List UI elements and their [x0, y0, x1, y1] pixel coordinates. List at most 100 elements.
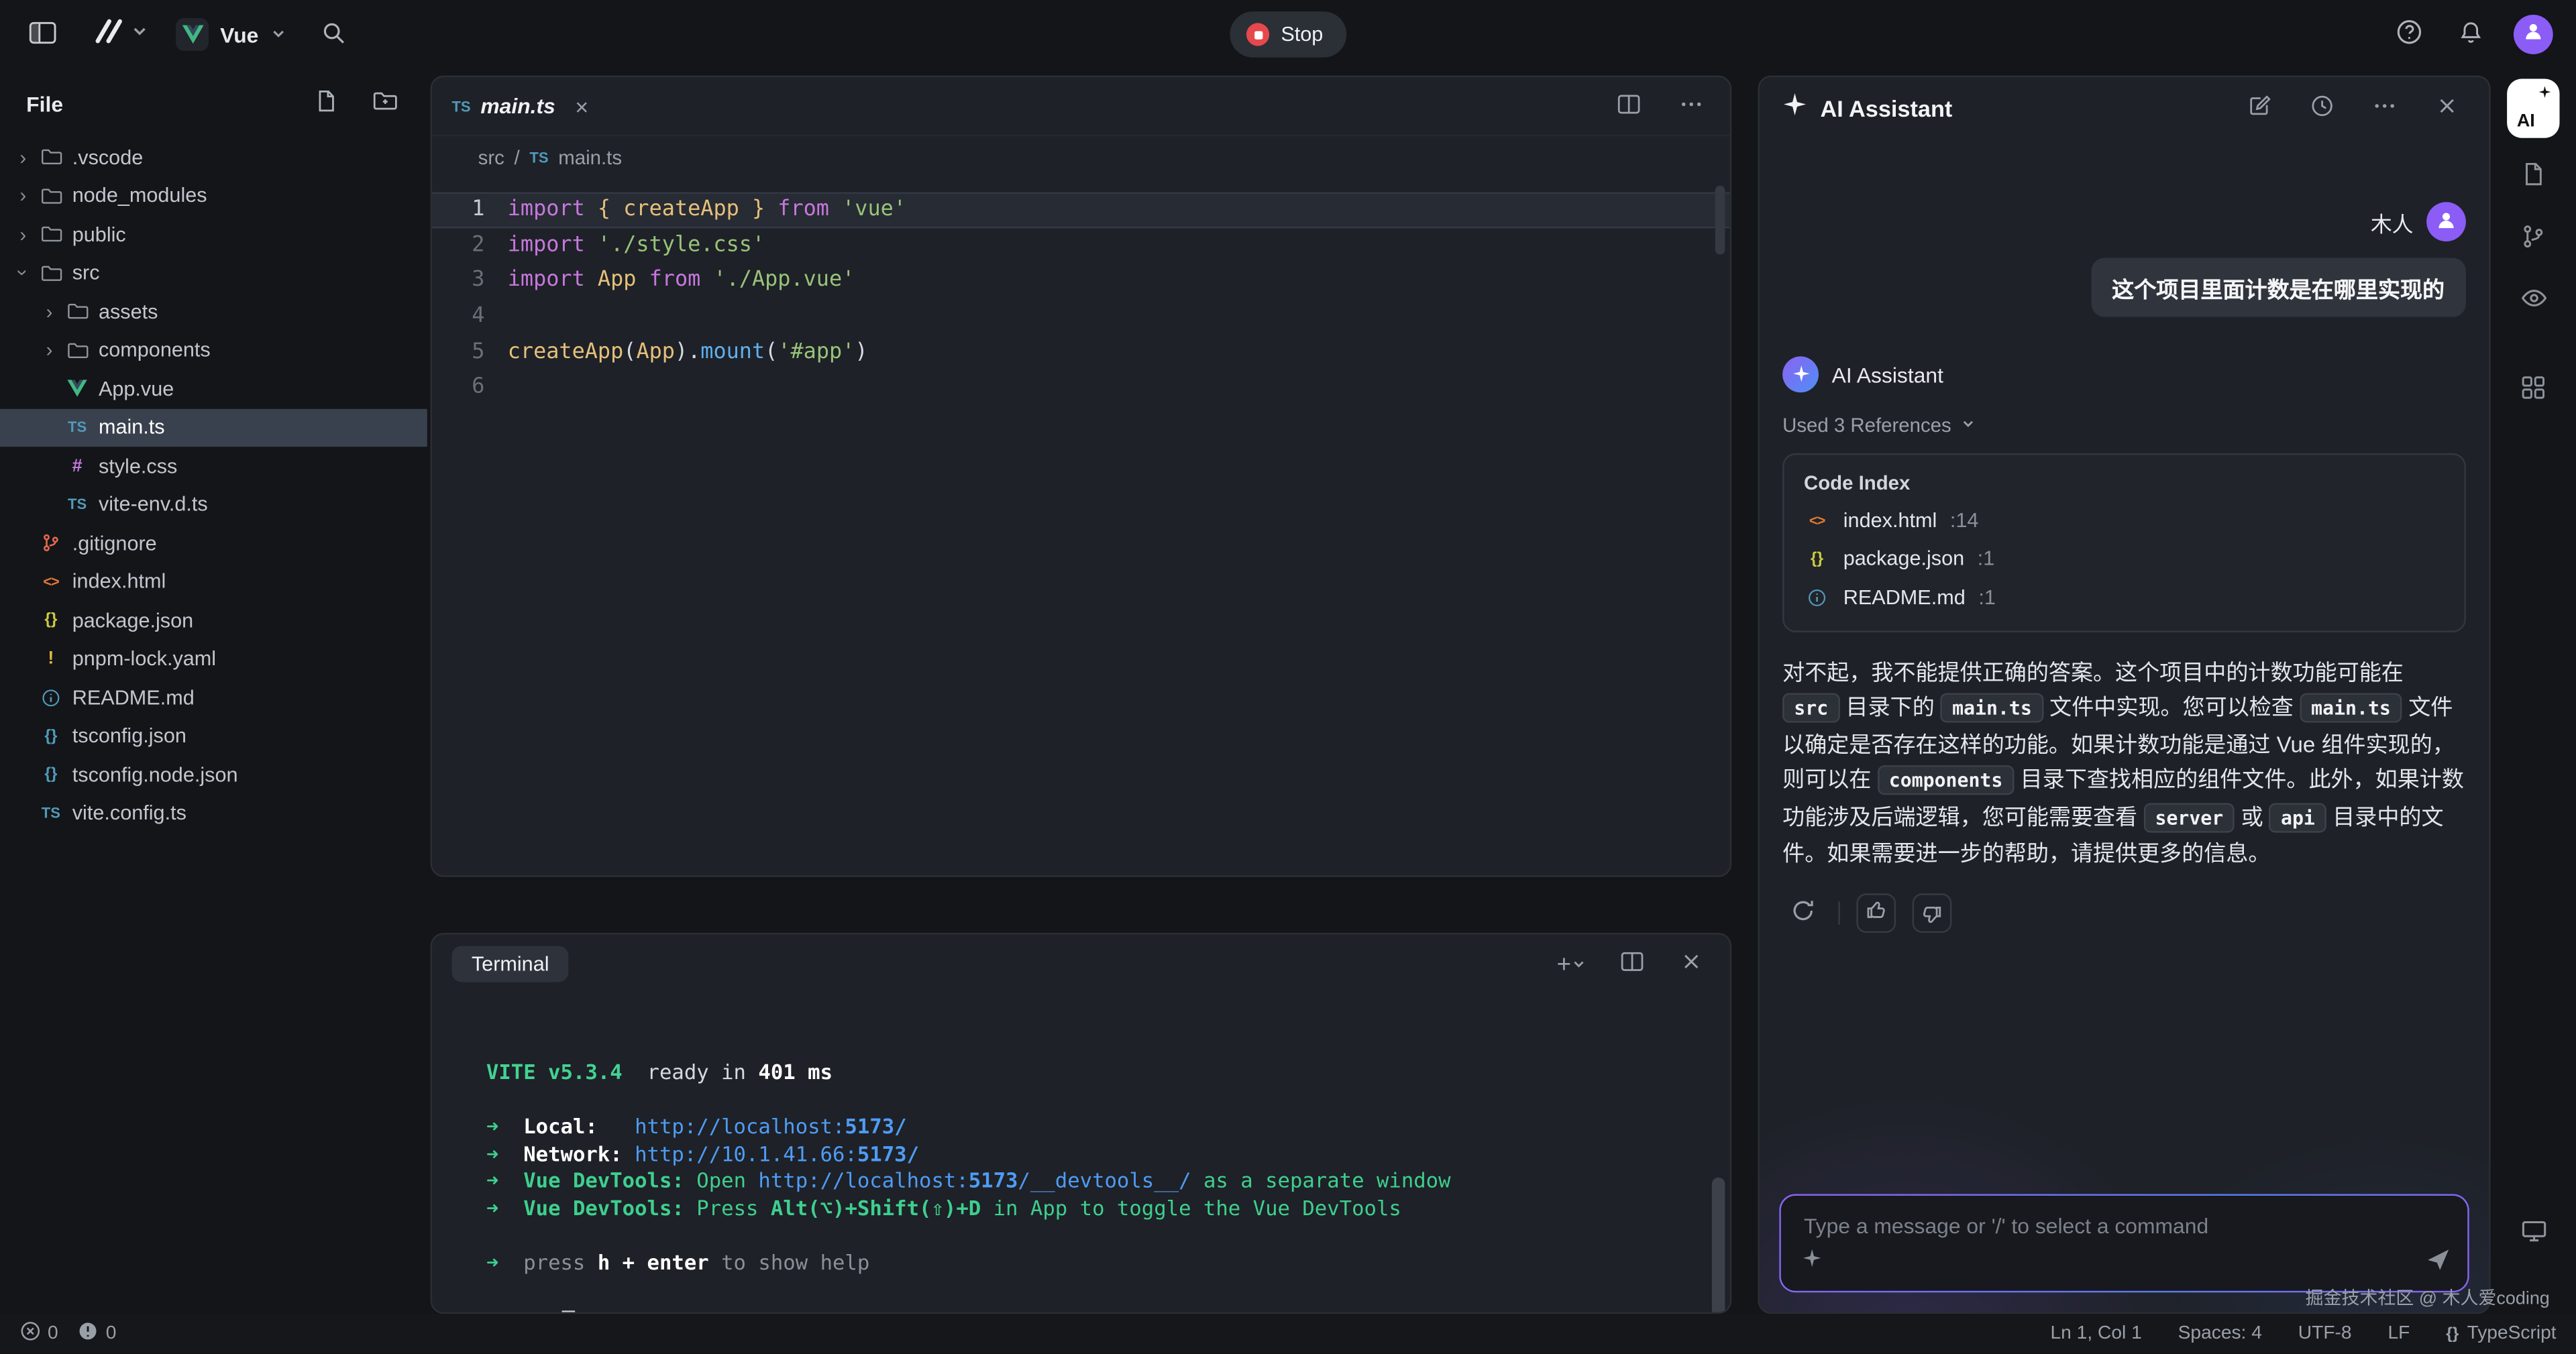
tab-main-ts[interactable]: TS main.ts ×	[451, 93, 588, 119]
config-icon: {}	[36, 727, 66, 745]
tree-item-label: pnpm-lock.yaml	[72, 648, 216, 671]
chat-input[interactable]: Type a message or '/' to select a comman…	[1779, 1194, 2469, 1292]
split-editor-button[interactable]	[1609, 87, 1648, 126]
tree-item-tsconfig.node.json[interactable]: {}tsconfig.node.json	[0, 756, 427, 795]
breadcrumb-folder[interactable]: src	[478, 146, 504, 169]
tree-item-vite-env.d.ts[interactable]: TSvite-env.d.ts	[0, 486, 427, 524]
terminal-prompt	[464, 1281, 1730, 1308]
split-terminal-button[interactable]	[1611, 944, 1651, 984]
terminal-scrollbar[interactable]	[1712, 1178, 1725, 1312]
toolbar-preview-button[interactable]	[2507, 276, 2559, 325]
toolbar-git-button[interactable]	[2507, 213, 2559, 262]
notifications-button[interactable]	[2451, 15, 2491, 54]
tree-item-src[interactable]: ›src	[0, 253, 427, 292]
terminal-line: ➜ press h + enter to show help	[486, 1250, 1730, 1278]
code-line-2: 2import './style.css'	[432, 228, 1730, 264]
thumbs-up-button[interactable]	[1856, 893, 1896, 932]
topbar-right	[2389, 15, 2553, 54]
reference-line: :1	[1978, 586, 1996, 609]
indentation[interactable]: Spaces: 4	[2178, 1324, 2262, 1343]
tree-item-style.css[interactable]: #style.css	[0, 447, 427, 486]
code-index-item-package.json[interactable]: {}package.json:1	[1804, 539, 2445, 578]
tree-item-package.json[interactable]: {}package.json	[0, 601, 427, 640]
tree-item-main.ts[interactable]: TSmain.ts	[0, 408, 427, 447]
app-logo[interactable]	[89, 15, 150, 53]
watermark-text: 掘金技术社区 @ 木人爱coding	[2306, 1284, 2550, 1310]
document-icon	[2520, 160, 2546, 192]
new-terminal-button[interactable]: +	[1552, 944, 1592, 984]
more-icon	[1678, 91, 1703, 121]
reference-line: :1	[1978, 547, 1995, 570]
regenerate-button[interactable]	[1782, 893, 1822, 932]
user-avatar-topbar[interactable]	[2514, 15, 2553, 54]
breadcrumb-file[interactable]: main.ts	[558, 146, 622, 169]
terminal-output[interactable]: VITE v5.3.4 ready in 401 ms ➜ Local: htt…	[432, 994, 1730, 1312]
tree-item-vite.config.ts[interactable]: TSvite.config.ts	[0, 794, 427, 833]
feedback-row	[1782, 893, 2466, 932]
search-button[interactable]	[315, 15, 354, 54]
close-terminal-button[interactable]	[1671, 944, 1711, 984]
code-editor[interactable]: 1import { createApp } from 'vue'2import …	[432, 179, 1730, 406]
terminal-tab[interactable]: Terminal	[451, 946, 568, 982]
git-branch-icon	[2520, 223, 2546, 254]
language-mode[interactable]: {} TypeScript	[2446, 1324, 2556, 1343]
breadcrumb[interactable]: src / TS main.ts	[432, 136, 1730, 179]
tree-item-tsconfig.json[interactable]: {}tsconfig.json	[0, 717, 427, 756]
editor-more-button[interactable]	[1671, 87, 1711, 126]
stop-button[interactable]: Stop	[1230, 11, 1346, 58]
editor-scrollbar[interactable]	[1715, 186, 1725, 255]
assistant-logo-icon	[1803, 1247, 1822, 1276]
close-icon	[2436, 95, 2457, 121]
tree-item-components[interactable]: ›components	[0, 331, 427, 370]
warnings-indicator[interactable]: 0	[78, 1321, 116, 1347]
tree-item-node_modules[interactable]: ›node_modules	[0, 176, 427, 215]
references-toggle[interactable]: Used 3 References	[1782, 414, 2466, 437]
encoding[interactable]: UTF-8	[2298, 1324, 2352, 1343]
toolbar-extensions-button[interactable]	[2507, 365, 2559, 414]
person-icon	[2522, 19, 2544, 50]
plus-icon: +	[1557, 952, 1571, 976]
ai-more-button[interactable]	[2364, 89, 2404, 128]
tree-item-README.md[interactable]: README.md	[0, 678, 427, 717]
code-index-item-README.md[interactable]: README.md:1	[1804, 578, 2445, 617]
chat-thread[interactable]: 木人 这个项目里面计数是在哪里实现的 AI Assistant Used 3 R…	[1760, 139, 2489, 1171]
toolbar-device-button[interactable]	[2507, 1208, 2559, 1257]
sidebar-toggle-button[interactable]	[23, 15, 62, 54]
new-folder-button[interactable]	[365, 84, 405, 123]
cursor-position[interactable]: Ln 1, Col 1	[2051, 1324, 2142, 1343]
assistant-message: 对不起，我不能提供正确的答案。这个项目中的计数功能可能在 src 目录下的 ma…	[1782, 655, 2466, 871]
project-selector[interactable]: Vue	[176, 18, 288, 51]
tree-item-.vscode[interactable]: ›.vscode	[0, 138, 427, 177]
toolbar-ai-button[interactable]: AI	[2507, 79, 2559, 138]
new-chat-button[interactable]	[2239, 89, 2279, 128]
help-button[interactable]	[2389, 15, 2428, 54]
code-index-item-index.html[interactable]: <>index.html:14	[1804, 501, 2445, 540]
tab-close-icon[interactable]: ×	[575, 93, 588, 119]
tree-item-.gitignore[interactable]: .gitignore	[0, 524, 427, 563]
tree-item-label: node_modules	[72, 184, 207, 207]
send-button[interactable]	[2425, 1247, 2451, 1278]
tree-item-assets[interactable]: ›assets	[0, 292, 427, 331]
logo-icon	[89, 15, 125, 53]
tree-item-pnpm-lock.yaml[interactable]: ! pnpm-lock.yaml	[0, 640, 427, 679]
new-file-button[interactable]	[306, 84, 345, 123]
thumbs-up-icon	[1865, 899, 1888, 927]
tree-item-App.vue[interactable]: App.vue	[0, 370, 427, 408]
tree-item-public[interactable]: ›public	[0, 215, 427, 254]
chat-history-button[interactable]	[2302, 89, 2341, 128]
tree-item-label: vite-env.d.ts	[99, 493, 208, 516]
line-number: 4	[432, 299, 508, 335]
code-text: import { createApp } from 'vue'	[508, 192, 906, 228]
file-tree: ›.vscode›node_modules›public›src›assets›…	[0, 138, 427, 833]
close-ai-panel-button[interactable]	[2426, 89, 2466, 128]
errors-indicator[interactable]: 0	[19, 1321, 58, 1347]
chevron-down-icon	[1960, 414, 1976, 437]
tree-item-index.html[interactable]: <>index.html	[0, 563, 427, 602]
eol[interactable]: LF	[2387, 1324, 2410, 1343]
toolbar-files-button[interactable]	[2507, 151, 2559, 200]
chat-input-placeholder: Type a message or '/' to select a comman…	[1781, 1196, 2468, 1239]
typescript-icon: TS	[529, 150, 548, 166]
warning-icon: !	[36, 649, 66, 669]
thumbs-down-button[interactable]	[1913, 893, 1952, 932]
tree-item-label: index.html	[72, 570, 166, 593]
